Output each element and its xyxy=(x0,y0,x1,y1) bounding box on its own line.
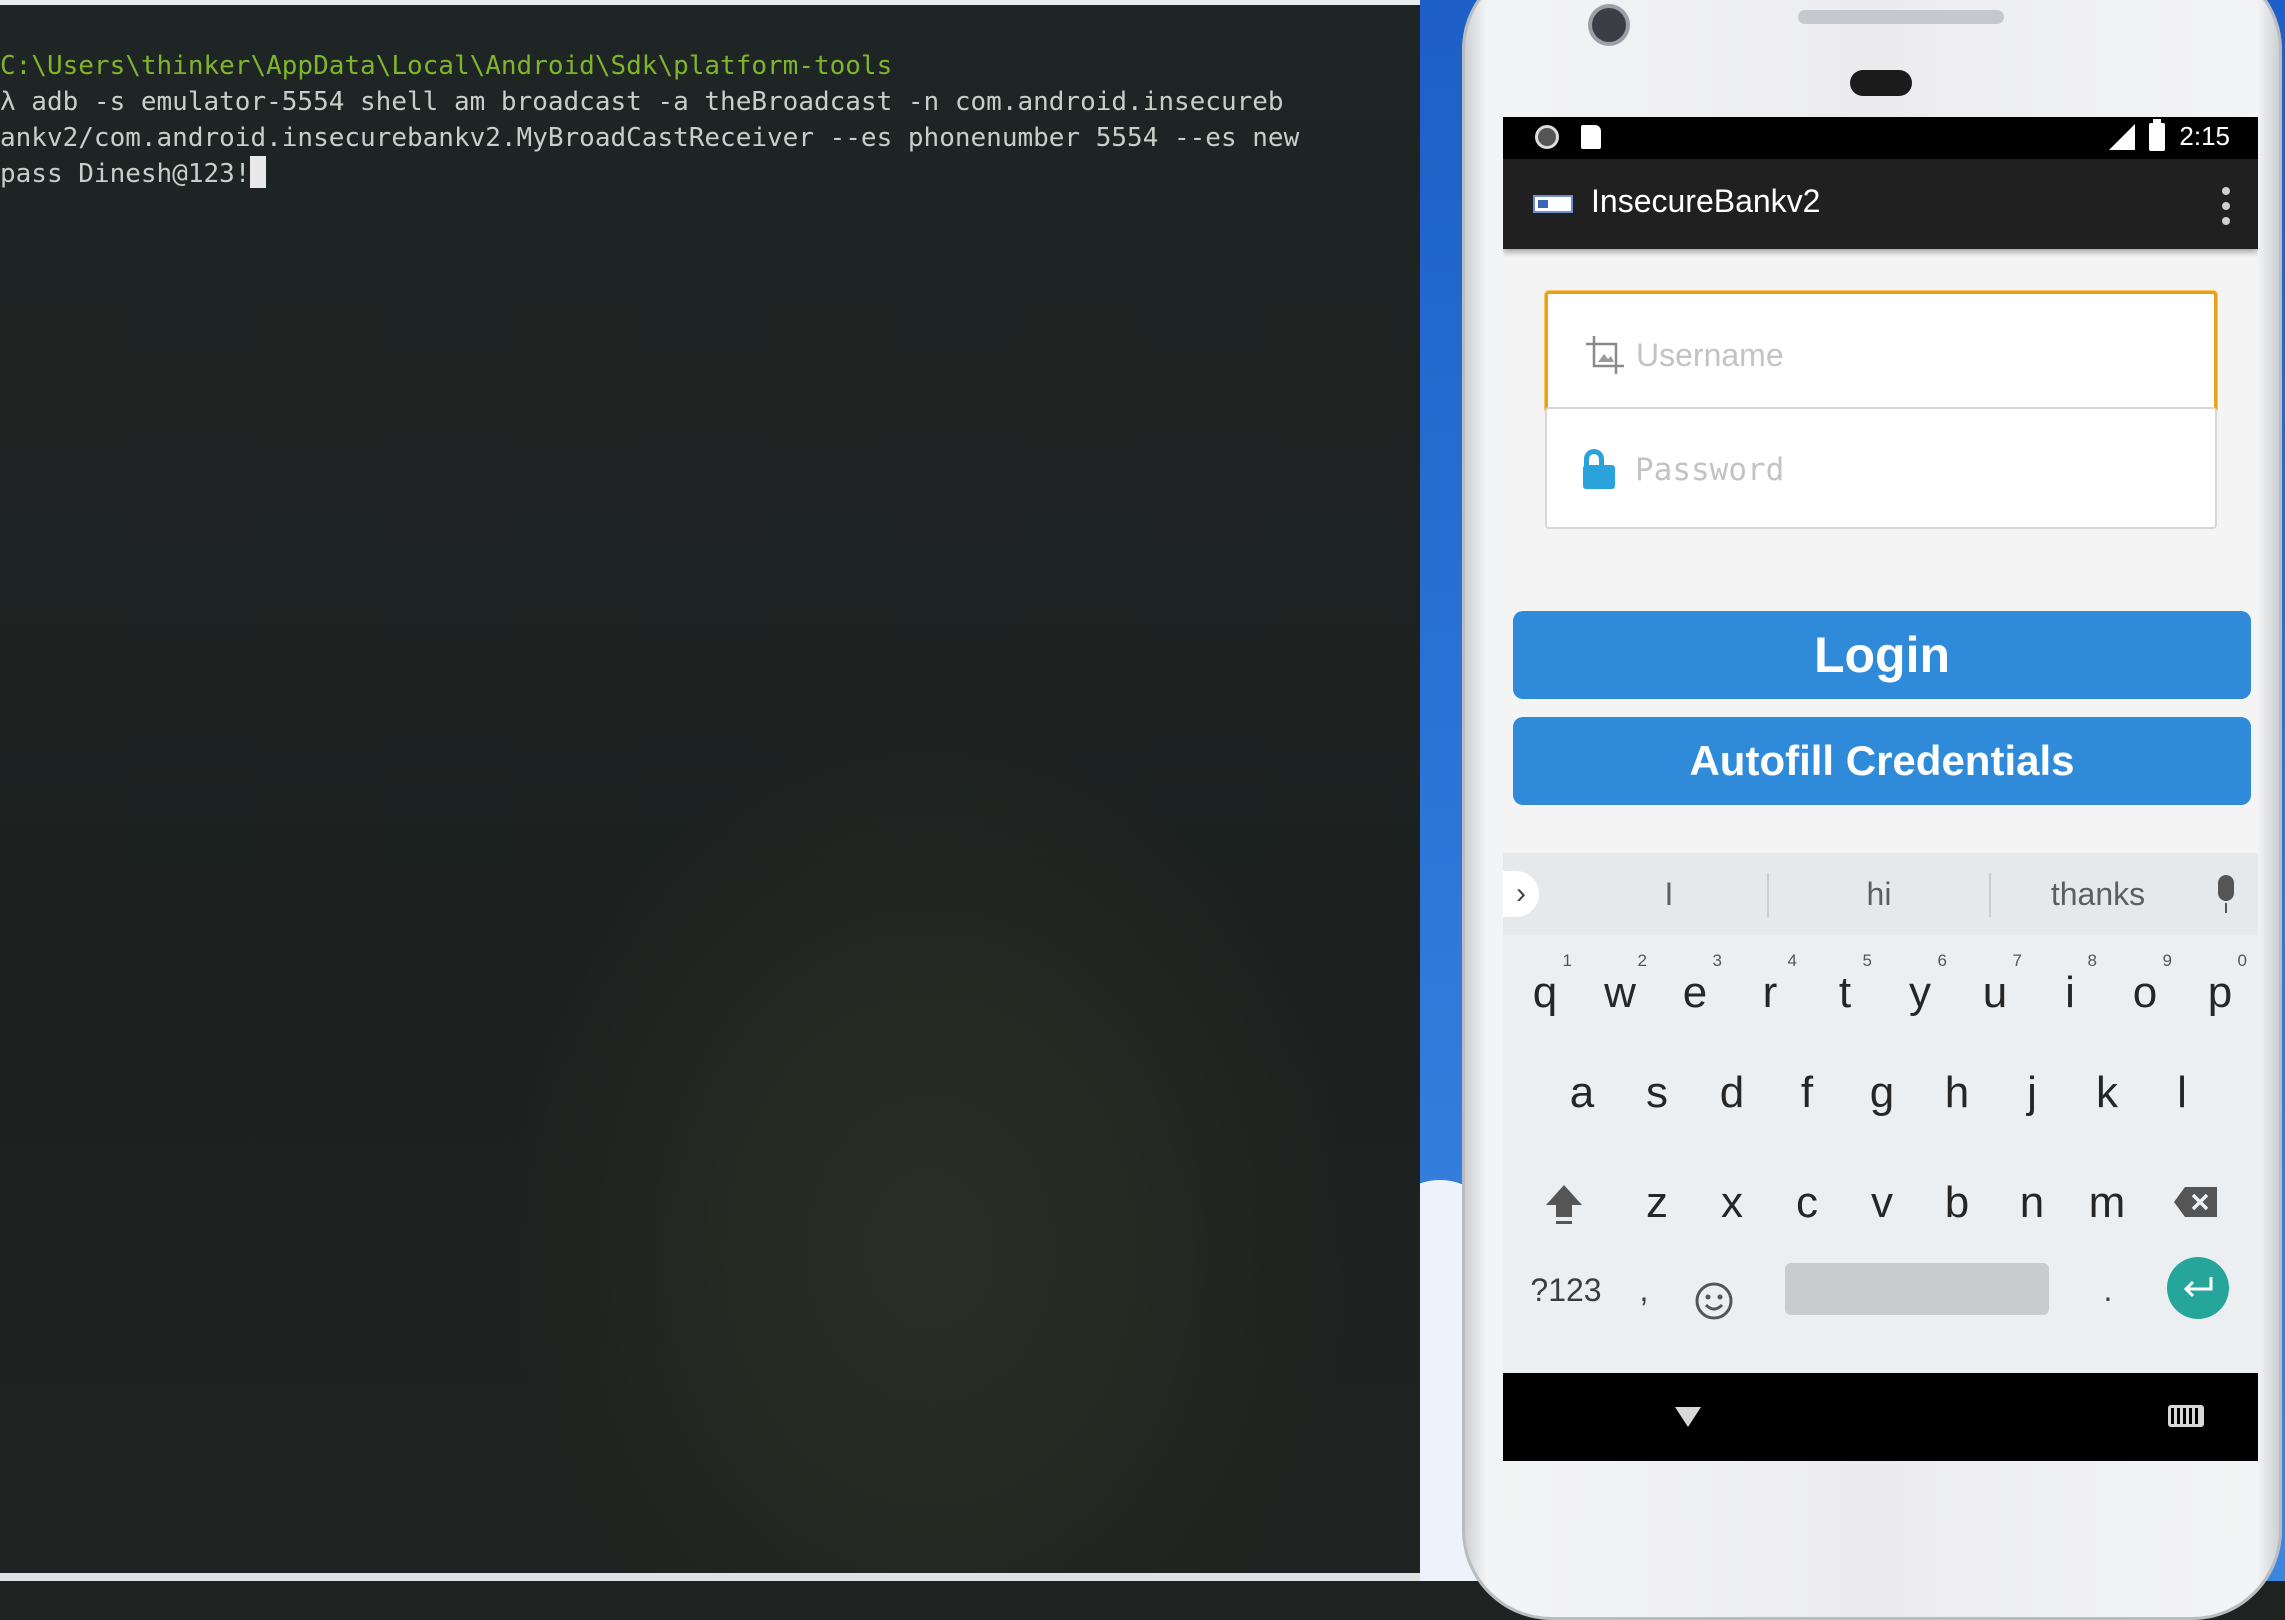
autofill-credentials-button[interactable]: Autofill Credentials xyxy=(1513,717,2251,805)
status-bar: 2:15 xyxy=(1503,117,2258,159)
key-u[interactable]: u7 xyxy=(1958,943,2032,1043)
password-field[interactable] xyxy=(1545,407,2217,529)
key-t[interactable]: t5 xyxy=(1808,943,1882,1043)
terminal-command-line-3: pass Dinesh@123! xyxy=(0,159,251,189)
key-a[interactable]: a xyxy=(1545,1043,1619,1143)
suggestion-1[interactable]: I xyxy=(1564,853,1774,935)
taskbar[interactable] xyxy=(0,1573,1420,1581)
key-v[interactable]: v xyxy=(1845,1153,1919,1253)
key-d[interactable]: d xyxy=(1695,1043,1769,1143)
hide-keyboard-icon[interactable] xyxy=(1675,1407,1701,1427)
login-button[interactable]: Login xyxy=(1513,611,2251,699)
emoji-smile-icon xyxy=(1695,1282,1733,1320)
username-field[interactable] xyxy=(1545,291,2217,413)
terminal-window[interactable]: C:\Users\thinker\AppData\Local\Android\S… xyxy=(0,0,1420,1581)
backspace-key[interactable] xyxy=(2159,1153,2233,1253)
chevron-right-icon[interactable]: › xyxy=(1503,871,1539,917)
key-n[interactable]: n xyxy=(1995,1153,2069,1253)
key-b[interactable]: b xyxy=(1920,1153,1994,1253)
symbols-key[interactable]: ?123 xyxy=(1521,1257,1611,1323)
app-bar: InsecureBankv2 xyxy=(1503,159,2258,249)
status-time: 2:15 xyxy=(2179,121,2230,151)
password-input[interactable] xyxy=(1633,435,2197,505)
proximity-sensor xyxy=(1850,70,1912,96)
shift-arrow-icon xyxy=(1546,1185,1582,1224)
keyboard-row-3: z x c v b n m xyxy=(1503,1153,2258,1253)
key-z[interactable]: z xyxy=(1620,1153,1694,1253)
suggestion-3[interactable]: thanks xyxy=(1993,853,2203,935)
enter-key[interactable] xyxy=(2167,1257,2229,1319)
key-r[interactable]: r4 xyxy=(1733,943,1807,1043)
key-i[interactable]: i8 xyxy=(2033,943,2107,1043)
front-camera xyxy=(1592,8,1626,42)
earpiece-speaker xyxy=(1798,10,2004,24)
key-x[interactable]: x xyxy=(1695,1153,1769,1253)
suggestion-2[interactable]: hi xyxy=(1770,853,1988,935)
key-p[interactable]: p0 xyxy=(2183,943,2257,1043)
microphone-icon[interactable] xyxy=(2218,875,2234,913)
keyboard-row-1: q1 w2 e3 r4 t5 y6 u7 i8 o9 p0 xyxy=(1503,943,2258,1043)
key-k[interactable]: k xyxy=(2070,1043,2144,1143)
key-e[interactable]: e3 xyxy=(1658,943,1732,1043)
sd-card-icon xyxy=(1581,125,1601,149)
key-o[interactable]: o9 xyxy=(2108,943,2182,1043)
key-s[interactable]: s xyxy=(1620,1043,1694,1143)
phone-screen: 2:15 InsecureBankv2 Login Autofill Crede… xyxy=(1503,117,2258,1461)
keyboard-row-4: ?123 , . xyxy=(1503,1257,2258,1373)
image-crop-icon xyxy=(1584,334,1626,380)
shift-key[interactable] xyxy=(1527,1153,1601,1253)
key-y[interactable]: y6 xyxy=(1883,943,1957,1043)
lock-icon xyxy=(1583,449,1615,489)
spacebar[interactable] xyxy=(1785,1263,2049,1315)
terminal-top-border xyxy=(0,0,1420,5)
comma-key[interactable]: , xyxy=(1607,1257,1681,1323)
period-key[interactable]: . xyxy=(2071,1257,2145,1323)
username-input[interactable] xyxy=(1634,320,2198,390)
suggestion-divider xyxy=(1989,873,1991,917)
key-f[interactable]: f xyxy=(1770,1043,1844,1143)
terminal-command-line-1: λ adb -s emulator-5554 shell am broadcas… xyxy=(0,87,1284,117)
key-q[interactable]: q1 xyxy=(1508,943,1582,1043)
key-g[interactable]: g xyxy=(1845,1043,1919,1143)
terminal-command-line-2: ankv2/com.android.insecurebankv2.MyBroad… xyxy=(0,123,1300,153)
terminal-cursor xyxy=(250,156,267,188)
key-l[interactable]: l xyxy=(2145,1043,2219,1143)
terminal-output[interactable]: C:\Users\thinker\AppData\Local\Android\S… xyxy=(0,48,1420,192)
suggestion-strip: › I hi thanks xyxy=(1503,853,2258,935)
key-h[interactable]: h xyxy=(1920,1043,1994,1143)
signal-icon xyxy=(2109,123,2136,150)
backspace-icon xyxy=(2174,1187,2217,1217)
keyboard-row-2: a s d f g h j k l xyxy=(1503,1043,2258,1143)
suggestion-divider xyxy=(1767,873,1769,917)
key-w[interactable]: w2 xyxy=(1583,943,1657,1043)
emoji-key[interactable] xyxy=(1677,1257,1751,1323)
key-j[interactable]: j xyxy=(1995,1043,2069,1143)
keyboard-switch-icon[interactable] xyxy=(2168,1405,2204,1427)
sync-icon xyxy=(1535,125,1559,149)
app-title: InsecureBankv2 xyxy=(1591,183,1821,219)
key-c[interactable]: c xyxy=(1770,1153,1844,1253)
terminal-prompt-path: C:\Users\thinker\AppData\Local\Android\S… xyxy=(0,51,893,81)
overflow-menu-icon[interactable] xyxy=(2222,187,2230,225)
key-m[interactable]: m xyxy=(2070,1153,2144,1253)
app-logo-icon xyxy=(1533,195,1573,213)
soft-keyboard: › I hi thanks q1 w2 e3 r4 t5 y6 u7 i8 o9… xyxy=(1503,853,2258,1373)
navigation-bar xyxy=(1503,1373,2258,1461)
battery-icon xyxy=(2149,118,2166,151)
enter-arrow-icon xyxy=(2183,1277,2213,1298)
